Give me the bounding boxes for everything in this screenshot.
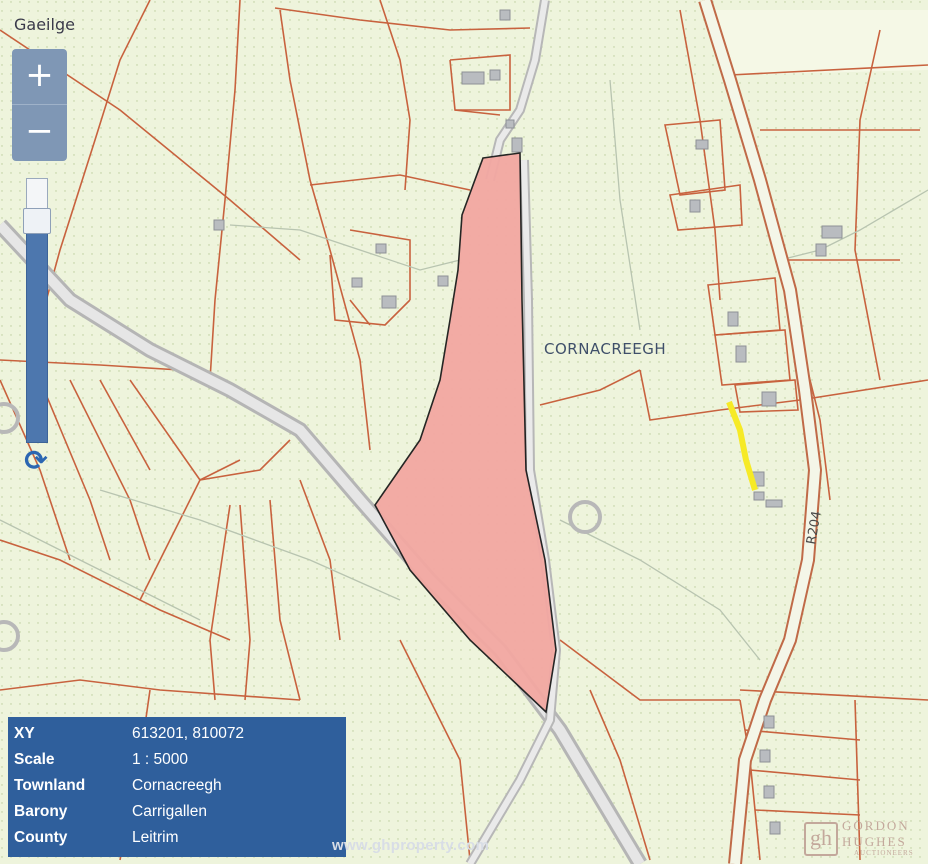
info-row-county: County Leitrim [8, 825, 346, 851]
logo-line1: GORDON [842, 818, 910, 833]
info-row-barony: Barony Carrigallen [8, 799, 346, 825]
info-row-xy: XY 613201, 810072 [8, 721, 346, 747]
logo-line2: HUGHES [842, 834, 907, 849]
info-key: County [14, 829, 68, 846]
info-value: Carrigallen [132, 803, 207, 820]
watermark-url: www.ghproperty.com [332, 837, 490, 854]
info-value: 613201, 810072 [132, 725, 245, 742]
info-key: XY [14, 725, 35, 742]
gordon-hughes-logo: gh GORDON HUGHES AUCTIONEERS [804, 816, 922, 860]
info-key: Townland [14, 777, 86, 794]
zoom-control: + − [12, 49, 67, 161]
info-panel: XY 613201, 810072 Scale 1 : 5000 Townlan… [8, 717, 346, 857]
zoom-out-button[interactable]: − [12, 105, 67, 160]
info-value: Leitrim [132, 829, 179, 846]
refresh-icon[interactable]: ⟳ [20, 446, 52, 478]
info-key: Scale [14, 751, 55, 768]
info-value: 1 : 5000 [132, 751, 189, 768]
logo-line3: AUCTIONEERS [854, 849, 914, 857]
zoom-slider-handle[interactable] [23, 208, 51, 234]
gaeilge-link[interactable]: Gaeilge [14, 15, 75, 34]
zoom-slider-upper [26, 178, 48, 212]
townland-label: CORNACREEGH [544, 340, 666, 358]
info-row-townland: Townland Cornacreegh [8, 773, 346, 799]
info-key: Barony [14, 803, 68, 820]
info-value: Cornacreegh [132, 777, 222, 794]
logo-mark: gh [804, 822, 838, 856]
info-row-scale: Scale 1 : 5000 [8, 747, 346, 773]
zoom-in-button[interactable]: + [12, 49, 67, 105]
